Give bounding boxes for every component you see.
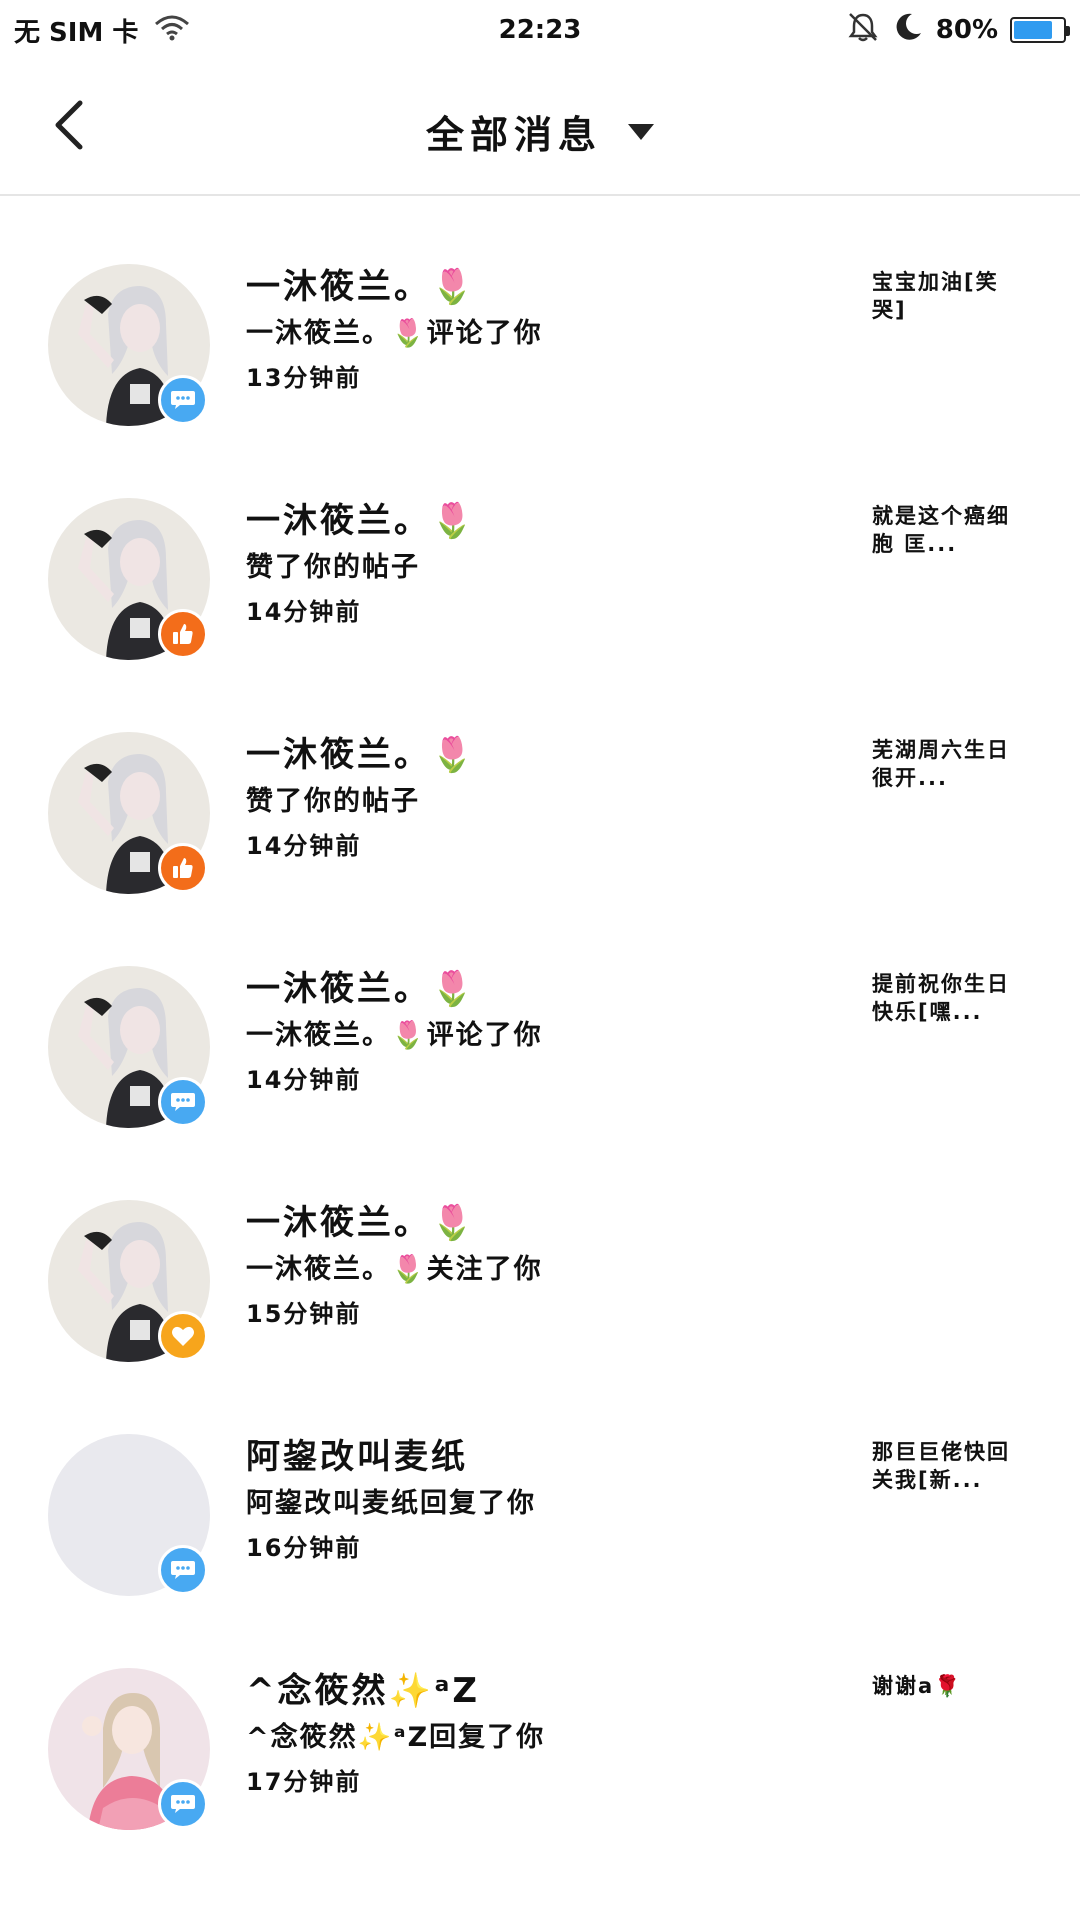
comment-bubble-icon (158, 1779, 208, 1829)
action-text: 一沐筱兰。🌷评论了你 (246, 1020, 543, 1051)
wifi-icon (152, 12, 192, 49)
caret-down-icon (628, 123, 654, 140)
action-text: 阿鋆改叫麦纸回复了你 (246, 1488, 536, 1519)
content-preview[interactable]: 提前祝你生日快乐[嘿... (872, 970, 1032, 1026)
message-texts: 一沐筱兰。🌷 一沐筱兰。🌷评论了你 14分钟前 (246, 966, 846, 1096)
content-preview[interactable]: 就是这个癌细胞 匡... (872, 502, 1032, 558)
status-left: 无 SIM 卡 (14, 12, 192, 49)
message-texts: 阿鋆改叫麦纸阿鋆改叫麦纸回复了你 16分钟前 (246, 1434, 846, 1564)
action-text: ^念筱然✨ᵃZ回复了你 (246, 1722, 546, 1753)
message-texts: 一沐筱兰。🌷 赞了你的帖子 14分钟前 (246, 732, 846, 862)
timestamp: 17分钟前 (246, 1768, 362, 1796)
sender-name[interactable]: ^念筱然✨ᵃZ (246, 1668, 846, 1714)
comment-bubble-icon (158, 375, 208, 425)
content-preview[interactable]: 谢谢a🌹 (872, 1672, 1032, 1700)
action-text: 一沐筱兰。🌷评论了你 (246, 318, 543, 349)
content-preview[interactable]: 那巨巨佬快回关我[新... (872, 1438, 1032, 1494)
bell-muted-icon (846, 11, 880, 50)
header: 全部消息 (0, 60, 1080, 196)
content-preview[interactable]: 芜湖周六生日很开... (872, 736, 1032, 792)
carrier-text: 无 SIM 卡 (14, 17, 139, 48)
message-texts: 一沐筱兰。🌷 一沐筱兰。🌷关注了你 15分钟前 (246, 1200, 846, 1330)
content-preview[interactable]: 宝宝加油[笑哭] (872, 268, 1032, 324)
screen: 无 SIM 卡 22:23 80% 全部消息 一沐筱兰。🌷 一沐筱兰。🌷评论了你… (0, 0, 1080, 1920)
message-item[interactable]: 一沐筱兰。🌷 赞了你的帖子 14分钟前 就是这个癌细胞 匡... (0, 474, 1080, 708)
comment-bubble-icon (158, 1545, 208, 1595)
timestamp: 13分钟前 (246, 364, 362, 392)
status-right: 80% (846, 11, 1070, 50)
timestamp: 16分钟前 (246, 1534, 362, 1562)
comment-bubble-icon (158, 1077, 208, 1127)
action-text: 赞了你的帖子 (246, 786, 420, 817)
sender-name[interactable]: 一沐筱兰。🌷 (246, 498, 846, 544)
message-item[interactable]: ^念筱然✨ᵃZ ^念筱然✨ᵃZ回复了你 17分钟前 谢谢a🌹 (0, 1644, 1080, 1878)
moon-icon (892, 11, 924, 50)
message-list: 一沐筱兰。🌷 一沐筱兰。🌷评论了你 13分钟前 宝宝加油[笑哭] 一沐筱兰。🌷 赞了你的帖… (0, 240, 1080, 1878)
message-item[interactable]: 一沐筱兰。🌷 赞了你的帖子 14分钟前 芜湖周六生日很开... (0, 708, 1080, 942)
message-item[interactable]: 一沐筱兰。🌷 一沐筱兰。🌷关注了你 15分钟前 (0, 1176, 1080, 1410)
battery-icon (1010, 17, 1070, 43)
sender-name[interactable]: 一沐筱兰。🌷 (246, 264, 846, 310)
battery-fill (1014, 21, 1053, 39)
action-text: 赞了你的帖子 (246, 552, 420, 583)
timestamp: 14分钟前 (246, 1066, 362, 1094)
message-item[interactable]: 一沐筱兰。🌷 一沐筱兰。🌷评论了你 13分钟前 宝宝加油[笑哭] (0, 240, 1080, 474)
heart-icon (158, 1311, 208, 1361)
sender-name[interactable]: 阿鋆改叫麦纸 (246, 1434, 846, 1480)
page-title: 全部消息 (425, 113, 602, 157)
thumbs-up-icon (158, 843, 208, 893)
timestamp: 15分钟前 (246, 1300, 362, 1328)
timestamp: 14分钟前 (246, 598, 362, 626)
message-texts: ^念筱然✨ᵃZ ^念筱然✨ᵃZ回复了你 17分钟前 (246, 1668, 846, 1798)
title-dropdown[interactable]: 全部消息 (0, 104, 1080, 159)
sender-name[interactable]: 一沐筱兰。🌷 (246, 1200, 846, 1246)
message-item[interactable]: 一沐筱兰。🌷 一沐筱兰。🌷评论了你 14分钟前 提前祝你生日快乐[嘿... (0, 942, 1080, 1176)
message-texts: 一沐筱兰。🌷 一沐筱兰。🌷评论了你 13分钟前 (246, 264, 846, 394)
timestamp: 14分钟前 (246, 832, 362, 860)
sender-name[interactable]: 一沐筱兰。🌷 (246, 732, 846, 778)
message-item[interactable]: 阿鋆改叫麦纸阿鋆改叫麦纸回复了你 16分钟前 那巨巨佬快回关我[新... (0, 1410, 1080, 1644)
thumbs-up-icon (158, 609, 208, 659)
message-texts: 一沐筱兰。🌷 赞了你的帖子 14分钟前 (246, 498, 846, 628)
sender-name[interactable]: 一沐筱兰。🌷 (246, 966, 846, 1012)
action-text: 一沐筱兰。🌷关注了你 (246, 1254, 543, 1285)
status-bar: 无 SIM 卡 22:23 80% (0, 0, 1080, 60)
battery-percent: 80% (935, 15, 998, 45)
